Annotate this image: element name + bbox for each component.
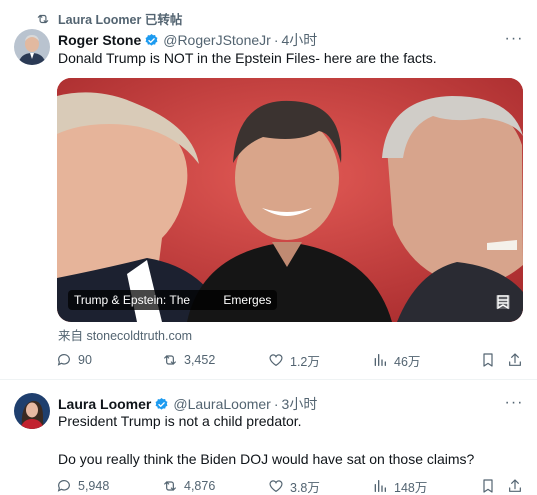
retweet-count: 3,452 [184, 353, 216, 367]
share-icon [509, 353, 521, 366]
views-icon [374, 354, 386, 366]
avatar[interactable] [14, 29, 50, 65]
like-icon [269, 354, 283, 367]
more-icon[interactable]: ··· [505, 394, 523, 412]
bookmark-button[interactable] [480, 352, 496, 368]
tweet-roger-stone[interactable]: Laura Loomer 已转帖 Roger Stone @RogerJSton… [0, 0, 537, 380]
like-icon [269, 480, 283, 493]
avatar[interactable] [14, 393, 50, 429]
separator-dot: · [273, 32, 279, 48]
tweet-header: Laura Loomer @LauraLoomer · 3小时 [58, 394, 317, 414]
retweet-button[interactable]: 4,876 [162, 478, 215, 494]
like-count: 1.2万 [290, 354, 320, 369]
tweet-actions: 90 3,452 1.2万 46万 [52, 350, 527, 370]
verified-badge-icon [145, 33, 158, 46]
retweet-indicator[interactable]: Laura Loomer 已转帖 [36, 9, 182, 28]
reply-icon [57, 480, 70, 492]
like-count: 3.8万 [290, 480, 320, 495]
share-button[interactable] [507, 352, 523, 368]
author-handle[interactable]: @RogerJStoneJr [163, 32, 271, 48]
reply-icon [57, 354, 70, 366]
views-button[interactable]: 46万 [372, 351, 420, 370]
reply-count: 90 [78, 353, 92, 367]
share-icon [509, 479, 521, 492]
separator-dot: · [273, 396, 279, 412]
views-button[interactable]: 148万 [372, 477, 427, 495]
card-bookmark-icon [496, 295, 510, 310]
like-button[interactable]: 1.2万 [268, 351, 320, 370]
tweet-text: President Trump is not a child predator.… [58, 413, 475, 467]
views-count: 148万 [394, 480, 428, 495]
tweet-text: Donald Trump is NOT in the Epstein Files… [58, 50, 437, 66]
like-button[interactable]: 3.8万 [268, 477, 320, 495]
share-button[interactable] [507, 478, 523, 494]
card-source[interactable]: 来自 stonecoldtruth.com [58, 325, 192, 344]
verified-badge-icon [155, 397, 168, 410]
retweet-button[interactable]: 3,452 [162, 352, 215, 368]
retweet-icon [164, 481, 176, 491]
reply-count: 5,948 [78, 479, 110, 493]
reply-button[interactable]: 5,948 [56, 478, 109, 494]
author-handle[interactable]: @LauraLoomer [173, 396, 271, 412]
author-name[interactable]: Roger Stone [58, 32, 141, 48]
retweet-icon [164, 355, 176, 365]
more-icon[interactable]: ··· [505, 30, 523, 48]
tweet-header: Roger Stone @RogerJStoneJr · 4小时 [58, 30, 317, 50]
tweet-time[interactable]: 3小时 [282, 394, 318, 414]
bookmark-icon [483, 353, 493, 367]
tweet-time[interactable]: 4小时 [282, 30, 318, 50]
card-image [57, 78, 523, 322]
bookmark-icon [483, 479, 493, 493]
tweet-actions: 5,948 4,876 3.8万 148万 [52, 476, 527, 495]
card-title: Trump & Epstein: The Emerges [68, 290, 278, 310]
retweet-label: Laura Loomer 已转帖 [58, 13, 183, 27]
author-name[interactable]: Laura Loomer [58, 396, 151, 412]
views-icon [374, 480, 386, 492]
tweet-laura-loomer[interactable]: Laura Loomer @LauraLoomer · 3小时 ··· Pres… [0, 381, 537, 495]
views-count: 46万 [394, 354, 421, 369]
reply-button[interactable]: 90 [56, 352, 92, 368]
link-card[interactable]: Trump & Epstein: The Emerges [57, 78, 523, 322]
bookmark-button[interactable] [480, 478, 496, 494]
retweet-icon [37, 14, 49, 23]
retweet-count: 4,876 [184, 479, 216, 493]
